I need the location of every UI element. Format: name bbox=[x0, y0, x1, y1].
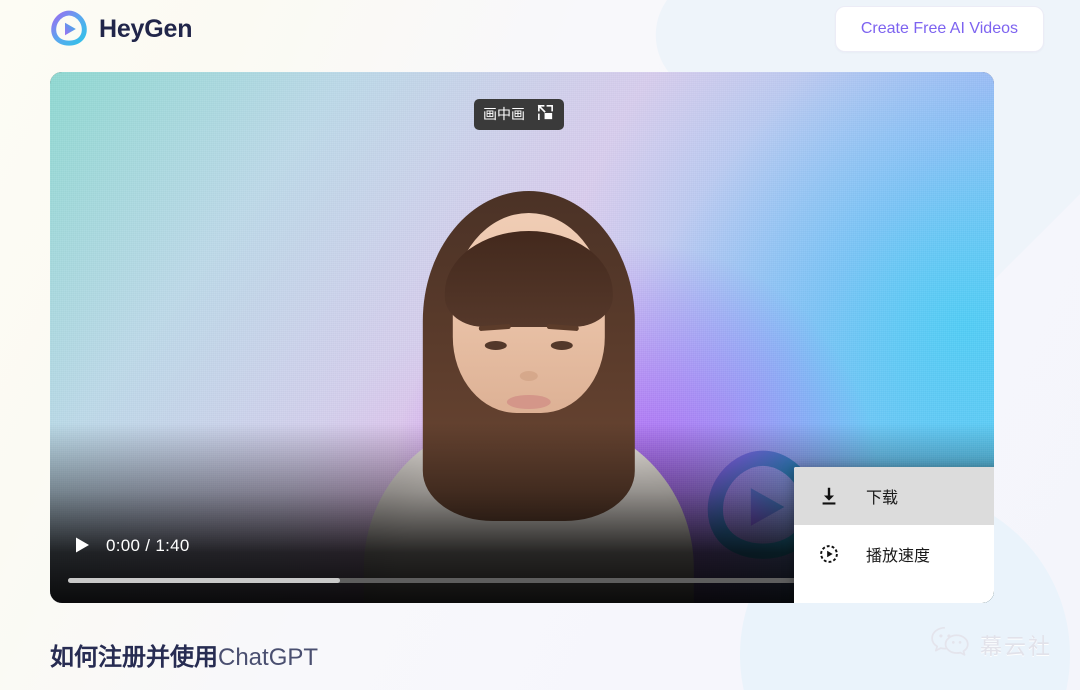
context-menu-item-playback-speed[interactable]: 播放速度 bbox=[794, 525, 994, 583]
wechat-watermark: 幕云社 bbox=[930, 625, 1052, 664]
avatar-eyebrow-left bbox=[478, 323, 511, 332]
avatar-mouth bbox=[506, 395, 551, 409]
context-menu-label: 播放速度 bbox=[866, 546, 931, 565]
brand[interactable]: HeyGen bbox=[50, 10, 192, 48]
progress-bar-buffer bbox=[68, 578, 341, 583]
watermark-text: 幕云社 bbox=[979, 634, 1052, 660]
pip-tooltip[interactable]: 画中画 bbox=[474, 99, 564, 130]
avatar-eye-left bbox=[484, 341, 507, 350]
avatar-eyebrow-right bbox=[546, 323, 579, 332]
playback-speed-icon bbox=[814, 543, 844, 565]
page-title: 如何注册并使用ChatGPT bbox=[50, 637, 318, 672]
page-title-cjk: 如何注册并使用 bbox=[50, 644, 218, 671]
create-free-ai-videos-button[interactable]: Create Free AI Videos bbox=[834, 6, 1044, 52]
video-context-menu[interactable]: 下载 播放速度 画中画 bbox=[794, 467, 994, 603]
page-header: HeyGen Create Free AI Videos bbox=[0, 0, 1080, 58]
avatar-nose bbox=[519, 371, 538, 381]
wechat-icon bbox=[930, 625, 972, 664]
pip-tooltip-label: 画中画 bbox=[483, 106, 525, 123]
video-player[interactable]: 画中画 0:00 / 1:40 下载 播放速度 bbox=[50, 72, 994, 603]
context-menu-item-download[interactable]: 下载 bbox=[794, 467, 994, 525]
avatar-head bbox=[444, 213, 613, 413]
context-menu-item-picture-in-picture[interactable]: 画中画 bbox=[794, 583, 994, 603]
picture-in-picture-icon[interactable] bbox=[536, 103, 555, 127]
context-menu-label: 画中画 bbox=[866, 600, 914, 603]
picture-in-picture-icon bbox=[814, 601, 844, 603]
time-display: 0:00 / 1:40 bbox=[106, 536, 190, 555]
context-menu-label: 下载 bbox=[866, 488, 899, 507]
download-icon bbox=[814, 485, 844, 507]
brand-name: HeyGen bbox=[99, 14, 193, 43]
page-title-latin: ChatGPT bbox=[218, 644, 319, 671]
avatar-eye-right bbox=[550, 341, 573, 350]
heygen-play-logo-icon bbox=[50, 10, 88, 48]
play-icon[interactable] bbox=[69, 532, 95, 558]
